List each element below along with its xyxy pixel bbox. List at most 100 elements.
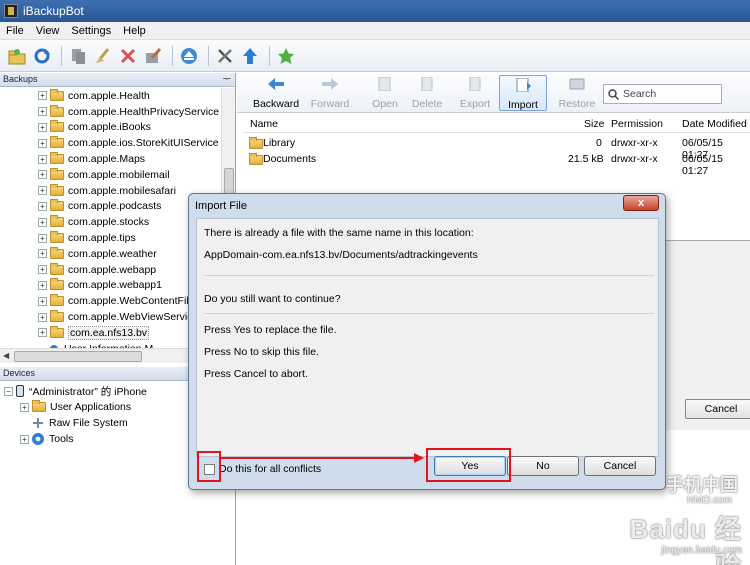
divider <box>204 275 654 276</box>
open-button[interactable]: Open <box>365 75 405 111</box>
scrollbar-thumb[interactable] <box>14 351 142 362</box>
no-button[interactable]: No <box>507 456 579 476</box>
file-date: 06/05/15 01:27 <box>682 153 723 177</box>
backup-tree-item[interactable]: + com.apple.iBooks <box>0 120 222 136</box>
dialog-question: Do you still want to continue? <box>204 293 341 305</box>
menu-help[interactable]: Help <box>123 25 146 37</box>
expand-icon[interactable]: + <box>38 217 47 227</box>
folder-icon <box>50 325 64 338</box>
delete-icon[interactable] <box>117 45 139 67</box>
devices-header-label: Devices <box>3 368 36 378</box>
watermark-line4: jingyan.baidu.com <box>661 545 742 556</box>
restore-icon <box>569 78 585 90</box>
edit-icon[interactable] <box>142 45 164 67</box>
expand-icon[interactable]: + <box>38 91 47 101</box>
search-box[interactable] <box>603 84 722 104</box>
open-icon <box>378 76 391 92</box>
collapse-icon[interactable]: − <box>4 386 13 396</box>
file-toolbar: Backward Forward Open Delete Export Impo… <box>237 73 750 113</box>
backward-button[interactable]: Backward <box>251 75 301 111</box>
toolbar-separator <box>269 45 270 66</box>
open-backup-icon[interactable] <box>6 45 28 67</box>
tree-item-label: Raw File System <box>49 417 128 429</box>
open-label: Open <box>372 98 398 110</box>
pin-icon[interactable]: ᅮ <box>223 73 231 86</box>
column-size[interactable]: Size <box>584 118 604 130</box>
backup-tree-item[interactable]: + com.apple.HealthPrivacyService <box>0 104 222 120</box>
background-cancel-button[interactable]: Cancel <box>685 399 750 419</box>
column-permission[interactable]: Permission <box>611 118 663 130</box>
expand-icon[interactable]: + <box>38 138 47 148</box>
backup-tree-item-label: com.ea.nfs13.bv <box>68 325 150 340</box>
expand-icon[interactable]: + <box>38 296 47 306</box>
folder-icon <box>50 231 64 244</box>
expand-icon[interactable]: + <box>38 107 47 117</box>
backup-tree-item-label: com.apple.mobilesafari <box>68 184 176 197</box>
clean-icon[interactable] <box>92 45 114 67</box>
backup-tree-item-label: com.apple.Health <box>68 89 150 102</box>
hint-no: Press No to skip this file. <box>204 346 319 358</box>
menu-bar: File View Settings Help <box>0 22 750 40</box>
dialog-body: There is already a file with the same na… <box>196 218 659 457</box>
folder-icon <box>50 104 64 117</box>
expand-icon[interactable]: + <box>20 434 29 444</box>
menu-file[interactable]: File <box>6 25 24 37</box>
expand-icon[interactable]: + <box>38 154 47 164</box>
backup-tree-item[interactable]: + com.apple.Maps <box>0 151 222 167</box>
checkbox-label: Do this for all conflicts <box>219 463 322 475</box>
toolbar-separator <box>172 45 173 66</box>
dialog-title: Import File <box>195 200 247 212</box>
forward-button[interactable]: Forward <box>307 75 353 111</box>
expand-icon[interactable]: + <box>38 201 47 211</box>
backup-tree-item-label: com.apple.weather <box>68 247 157 260</box>
upload-icon[interactable] <box>239 45 261 67</box>
eject-icon[interactable] <box>178 45 200 67</box>
refresh-icon[interactable] <box>31 45 53 67</box>
expand-icon[interactable]: + <box>20 402 29 412</box>
tree-item-label: Tools <box>49 433 74 445</box>
export-button[interactable]: Export <box>455 75 495 111</box>
scroll-left-icon[interactable]: ◀ <box>3 351 9 360</box>
backward-label: Backward <box>252 98 300 110</box>
folder-icon <box>50 183 64 196</box>
star-icon[interactable] <box>275 45 297 67</box>
expand-icon[interactable]: + <box>38 312 47 322</box>
search-input[interactable] <box>623 88 713 100</box>
backup-tree-item[interactable]: + com.apple.Health <box>0 88 222 104</box>
import-button[interactable]: Import <box>499 75 547 111</box>
menu-settings[interactable]: Settings <box>71 25 111 37</box>
expand-icon[interactable]: + <box>38 280 47 290</box>
backup-tree-item-label: com.apple.tips <box>68 232 136 245</box>
column-date-modified[interactable]: Date Modified <box>682 118 747 130</box>
table-row[interactable]: Documents 21.5 kB drwxr-xr-x 06/05/15 01… <box>243 152 750 177</box>
backups-header: Backups ᅮ <box>0 73 235 87</box>
backup-tree-item[interactable]: + com.apple.ios.StoreKitUIService <box>0 135 222 151</box>
folder-icon <box>50 246 64 259</box>
import-label: Import <box>508 99 538 111</box>
hint-cancel: Press Cancel to abort. <box>204 368 308 380</box>
expand-icon[interactable]: + <box>38 249 47 259</box>
table-row[interactable]: Library 0 drwxr-xr-x 06/05/15 01:27 <box>243 136 750 161</box>
expand-icon[interactable]: + <box>38 328 47 338</box>
copy-icon[interactable] <box>67 45 89 67</box>
conflict-checkbox-row[interactable]: Do this for all conflicts <box>204 463 321 475</box>
restore-button[interactable]: Restore <box>557 75 597 111</box>
backup-tree-item[interactable]: + com.apple.mobilemail <box>0 167 222 183</box>
folder-icon <box>249 137 263 149</box>
back-arrow-icon <box>268 78 284 90</box>
annotation-arrow-head <box>414 453 424 463</box>
expand-icon[interactable]: + <box>38 265 47 275</box>
column-name[interactable]: Name <box>250 118 278 130</box>
folder-icon <box>50 215 64 228</box>
backup-tree-item-label: com.apple.WebViewService <box>68 311 199 324</box>
delete-button[interactable]: Delete <box>409 75 445 111</box>
close-button[interactable]: x <box>623 195 659 211</box>
expand-icon[interactable]: + <box>38 122 47 132</box>
expand-icon[interactable]: + <box>38 186 47 196</box>
tools-icon[interactable] <box>214 45 236 67</box>
expand-icon[interactable]: + <box>38 170 47 180</box>
annotation-box-yes <box>426 448 511 482</box>
expand-icon[interactable]: + <box>38 233 47 243</box>
menu-view[interactable]: View <box>36 25 60 37</box>
folder-icon <box>50 167 64 180</box>
